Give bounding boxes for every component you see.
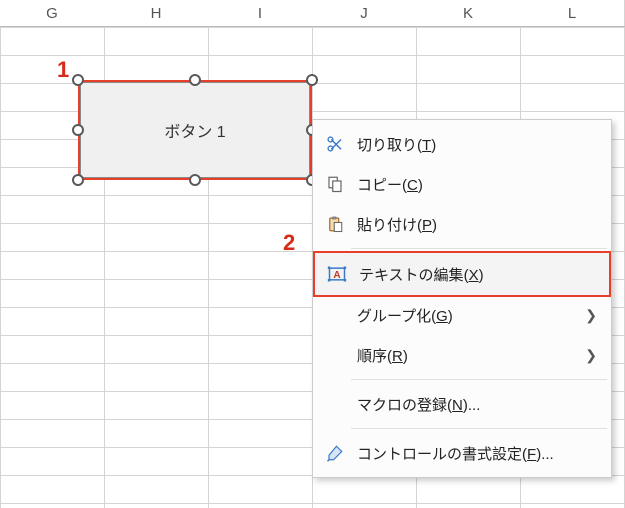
chevron-right-icon: ❯ <box>585 347 597 364</box>
header-border <box>0 26 625 27</box>
menu-order-label: 順序(R) <box>349 345 585 366</box>
col-header-G[interactable]: G <box>0 0 104 27</box>
menu-separator <box>351 428 607 429</box>
menu-edit-text[interactable]: A テキストの編集(X) <box>313 251 611 297</box>
context-menu: 切り取り(T) コピー(C) 貼り付け(P) A テキストの編集(X) グループ… <box>312 119 612 478</box>
menu-edit-text-label: テキストの編集(X) <box>351 264 595 285</box>
col-header-L[interactable]: L <box>520 0 624 27</box>
menu-format-label: コントロールの書式設定(F)... <box>349 443 597 464</box>
menu-copy-label: コピー(C) <box>349 174 597 195</box>
menu-macro[interactable]: マクロの登録(N)... <box>313 384 611 424</box>
menu-copy[interactable]: コピー(C) <box>313 164 611 204</box>
grid-row-line <box>0 55 625 56</box>
chevron-right-icon: ❯ <box>585 307 597 324</box>
col-header-I[interactable]: I <box>208 0 312 27</box>
callout-2: 2 <box>283 230 295 256</box>
selection-handle[interactable] <box>72 74 84 86</box>
grid-col-line <box>104 0 105 508</box>
col-header-J[interactable]: J <box>312 0 416 27</box>
selection-handle[interactable] <box>189 174 201 186</box>
menu-paste[interactable]: 貼り付け(P) <box>313 204 611 244</box>
form-button[interactable]: ボタン 1 <box>80 82 310 178</box>
menu-cut-label: 切り取り(T) <box>349 134 597 155</box>
menu-separator <box>351 248 607 249</box>
col-header-H[interactable]: H <box>104 0 208 27</box>
format-icon <box>321 444 349 462</box>
col-header-K[interactable]: K <box>416 0 520 27</box>
paste-icon <box>321 215 349 233</box>
edit-text-icon: A <box>323 264 351 284</box>
menu-group-label: グループ化(G) <box>349 305 585 326</box>
grid-col-line <box>208 0 209 508</box>
selection-handle[interactable] <box>72 124 84 136</box>
scissors-icon <box>321 135 349 153</box>
callout-1: 1 <box>57 57 69 83</box>
svg-text:A: A <box>333 270 340 281</box>
grid-row-line <box>0 27 625 28</box>
selection-handle[interactable] <box>72 174 84 186</box>
grid-col-line <box>0 0 1 508</box>
selection-handle[interactable] <box>189 74 201 86</box>
menu-cut[interactable]: 切り取り(T) <box>313 124 611 164</box>
grid-row-line <box>0 503 625 504</box>
copy-icon <box>321 175 349 193</box>
menu-paste-label: 貼り付け(P) <box>349 214 597 235</box>
menu-macro-label: マクロの登録(N)... <box>349 394 597 415</box>
menu-separator <box>351 379 607 380</box>
menu-format[interactable]: コントロールの書式設定(F)... <box>313 433 611 473</box>
menu-order[interactable]: 順序(R) ❯ <box>313 335 611 375</box>
menu-group[interactable]: グループ化(G) ❯ <box>313 295 611 335</box>
form-button-label: ボタン 1 <box>164 118 225 142</box>
selection-handle[interactable] <box>306 74 318 86</box>
